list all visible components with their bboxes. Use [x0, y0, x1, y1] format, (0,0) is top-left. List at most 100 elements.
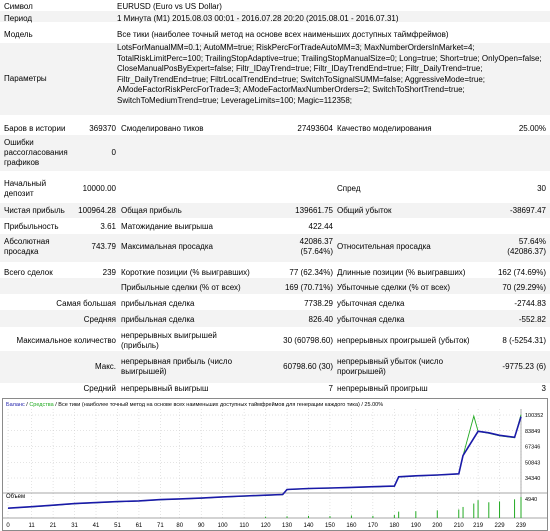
- max-drawdown-pct: (57.64%): [300, 247, 333, 256]
- x-tick-label: 71: [157, 523, 164, 529]
- chart-header: Баланс / Средства / Все тики (наиболее т…: [6, 401, 383, 408]
- x-tick-label: 90: [198, 523, 205, 529]
- gross-profit-label: Общая прибыль: [121, 206, 182, 215]
- quality-label: Качество моделирования: [337, 124, 432, 133]
- x-tick-label: 80: [176, 523, 183, 529]
- profit-trades-label: Прибыльные сделки (% от всех): [121, 283, 241, 292]
- x-tick-label: 150: [325, 523, 336, 529]
- model-label: Модель: [4, 30, 33, 39]
- errors-label: Ошибки рассогласования графиков: [4, 138, 68, 167]
- spread-label: Спред: [337, 184, 361, 193]
- x-tick-label: 180: [389, 523, 400, 529]
- max-drawdown-value: 42086.37: [299, 237, 333, 246]
- loss-trades-value: 70 (29.29%): [502, 283, 546, 292]
- cons-loss-value: -9775.23 (6): [502, 362, 546, 371]
- gross-loss-label: Общий убыток: [337, 206, 392, 215]
- avg-loss-label: убыточная сделка: [337, 315, 405, 324]
- balance-chart: Баланс / Средства / Все тики (наиболее т…: [2, 398, 548, 531]
- legend-equity: Средства: [29, 402, 54, 408]
- rel-drawdown-value: 57.64%: [518, 237, 546, 246]
- legend-balance: Баланс: [6, 402, 25, 408]
- short-positions-value: 77 (62.34%): [289, 268, 333, 277]
- cons-loss-label: непрерывный убыток (число проигрышей): [337, 357, 444, 376]
- x-tick-label: 51: [114, 523, 121, 529]
- params-label: Параметры: [4, 74, 47, 83]
- volume-tick-label: 4940: [525, 497, 537, 503]
- avg-loss-value: -552.82: [518, 315, 546, 324]
- avg-wins-value: 7: [328, 384, 333, 393]
- x-tick-label: 41: [93, 523, 100, 529]
- y-tick-label: 50843: [525, 460, 540, 466]
- profit-trades-value: 169 (70.71%): [284, 283, 333, 292]
- largest-label: Самая большая: [56, 299, 116, 308]
- period-value: 1 Минута (M1) 2015.08.03 00:01 - 2016.07…: [117, 14, 399, 23]
- rel-drawdown-money: (42086.37): [507, 247, 546, 256]
- deposit-value: 10000.00: [82, 184, 116, 193]
- row-stripe: [0, 351, 550, 383]
- x-tick-label: 61: [136, 523, 143, 529]
- loss-trades-label: Убыточные сделки (% от всех): [337, 283, 451, 292]
- expected-payoff-value: 422.44: [308, 222, 333, 231]
- x-tick-label: 110: [239, 523, 249, 529]
- y-tick-label: 67346: [525, 445, 540, 451]
- abs-drawdown-value: 743.79: [91, 242, 116, 251]
- ticks-value: 27493604: [297, 124, 333, 133]
- cons-profit-value: 60798.60 (30): [283, 362, 333, 371]
- total-trades-value: 239: [102, 268, 116, 277]
- symbol-label: Символ: [4, 2, 33, 11]
- row-stripe: [0, 278, 550, 294]
- net-profit-value: 100964.28: [78, 206, 116, 215]
- x-tick-label: 229: [495, 523, 506, 529]
- x-tick-label: 190: [411, 523, 422, 529]
- row-stripe: [0, 135, 550, 171]
- balance-chart-svg: Баланс / Средства / Все тики (наиболее т…: [2, 398, 548, 531]
- deposit-label: Начальный депозит: [4, 179, 47, 198]
- x-tick-label: 239: [516, 523, 527, 529]
- x-tick-label: 11: [28, 523, 35, 529]
- cons-profit-label: непрерывная прибыль (число выигрышей): [121, 357, 233, 376]
- largest-profit-label: прибыльная сделка: [121, 299, 195, 308]
- cons-losses-value: 8 (-5254.31): [502, 336, 546, 345]
- average-label: Средняя: [83, 315, 116, 324]
- symbol-value: EURUSD (Euro vs US Dollar): [117, 2, 222, 11]
- profit-factor-label: Прибыльность: [4, 222, 59, 231]
- x-tick-label: 21: [50, 523, 57, 529]
- chart-description: Все тики (наиболее точный метод на основ…: [58, 401, 383, 408]
- net-profit-label: Чистая прибыль: [4, 206, 65, 215]
- errors-value: 0: [111, 148, 116, 157]
- y-tick-label: 100352: [525, 413, 543, 419]
- quality-value: 25.00%: [518, 124, 546, 133]
- row-stripe: [0, 310, 550, 327]
- avg-cons-label: Средний: [83, 384, 116, 393]
- gross-loss-value: -38697.47: [509, 206, 546, 215]
- spread-value: 30: [537, 184, 546, 193]
- avg-profit-value: 826.40: [308, 315, 333, 324]
- volume-label: Объем: [6, 494, 25, 500]
- rel-drawdown-label: Относительная просадка: [337, 242, 431, 251]
- profit-factor-value: 3.61: [100, 222, 116, 231]
- avg-wins-label: непрерывный выигрыш: [121, 384, 209, 393]
- gross-profit-value: 139661.75: [295, 206, 333, 215]
- x-tick-label: 219: [473, 523, 484, 529]
- bars-label: Баров в истории: [4, 124, 66, 133]
- y-tick-label: 34340: [525, 476, 540, 482]
- x-tick-label: 31: [71, 523, 78, 529]
- x-tick-label: 130: [282, 523, 293, 529]
- period-label: Период: [4, 14, 33, 23]
- largest-loss-label: убыточная сделка: [337, 299, 405, 308]
- short-positions-label: Короткие позиции (% выигравших): [121, 268, 250, 277]
- chart-frame: [2, 398, 548, 531]
- largest-loss-value: -2744.83: [514, 299, 546, 308]
- long-positions-value: 162 (74.69%): [497, 268, 546, 277]
- ticks-label: Смоделировано тиков: [121, 124, 204, 133]
- cons-wins-label: непрерывных выигрышей (прибыль): [121, 331, 217, 350]
- max-drawdown-label: Максимальная просадка: [121, 242, 213, 251]
- avg-profit-label: прибыльная сделка: [121, 315, 195, 324]
- x-tick-label: 140: [303, 523, 314, 529]
- row-stripe: [0, 234, 550, 262]
- cons-losses-label: непрерывных проигрышей (убыток): [337, 336, 470, 345]
- abs-drawdown-label: Абсолютная просадка: [4, 237, 50, 256]
- x-tick-label: 120: [261, 523, 272, 529]
- x-tick-label: 160: [346, 523, 357, 529]
- expected-payoff-label: Матожидание выигрыша: [121, 222, 213, 231]
